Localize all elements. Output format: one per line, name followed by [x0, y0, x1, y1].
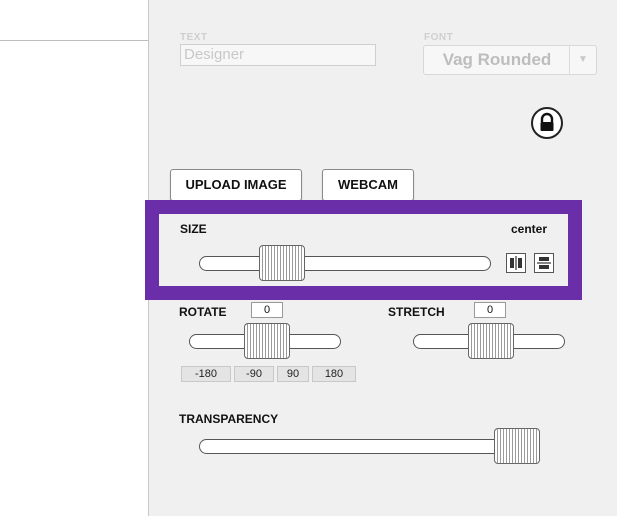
- stretch-label: STRETCH: [388, 305, 445, 319]
- rotate-preset-button[interactable]: -90: [234, 366, 274, 382]
- center-label: center: [511, 222, 548, 236]
- rotate-preset-button[interactable]: -180: [181, 366, 231, 382]
- font-select-value: Vag Rounded: [442, 50, 552, 69]
- lock-button[interactable]: [531, 107, 563, 139]
- size-slider-track[interactable]: [199, 256, 491, 271]
- size-section-highlight: [145, 200, 582, 300]
- rotate-preset-button[interactable]: 180: [312, 366, 356, 382]
- stretch-slider-thumb[interactable]: [468, 323, 514, 359]
- size-slider-thumb[interactable]: [259, 245, 305, 281]
- rotate-label: ROTATE: [179, 305, 227, 319]
- size-label: SIZE: [180, 222, 207, 236]
- transparency-slider-track[interactable]: [199, 439, 519, 454]
- transparency-label: TRANSPARENCY: [179, 412, 279, 426]
- rotate-preset-button[interactable]: 90: [277, 366, 309, 382]
- text-label: TEXT: [180, 32, 208, 43]
- stretch-value[interactable]: 0: [474, 302, 506, 318]
- center-horizontal-icon: [510, 256, 522, 270]
- text-input[interactable]: Designer: [180, 44, 376, 66]
- font-select[interactable]: Vag Rounded ▼: [423, 45, 597, 75]
- center-vertical-button[interactable]: [534, 253, 554, 273]
- center-horizontal-button[interactable]: [506, 253, 526, 273]
- left-pane-divider: [0, 40, 148, 41]
- webcam-button[interactable]: WEBCAM: [322, 169, 414, 201]
- left-pane: [0, 0, 148, 516]
- rotate-slider-thumb[interactable]: [244, 323, 290, 359]
- rotate-value[interactable]: 0: [251, 302, 283, 318]
- center-vertical-icon: [537, 257, 551, 269]
- chevron-down-icon[interactable]: ▼: [569, 46, 596, 74]
- upload-image-button[interactable]: UPLOAD IMAGE: [170, 169, 302, 201]
- font-label: FONT: [424, 32, 454, 43]
- padlock-icon: [540, 112, 554, 131]
- transparency-slider-thumb[interactable]: [494, 428, 540, 464]
